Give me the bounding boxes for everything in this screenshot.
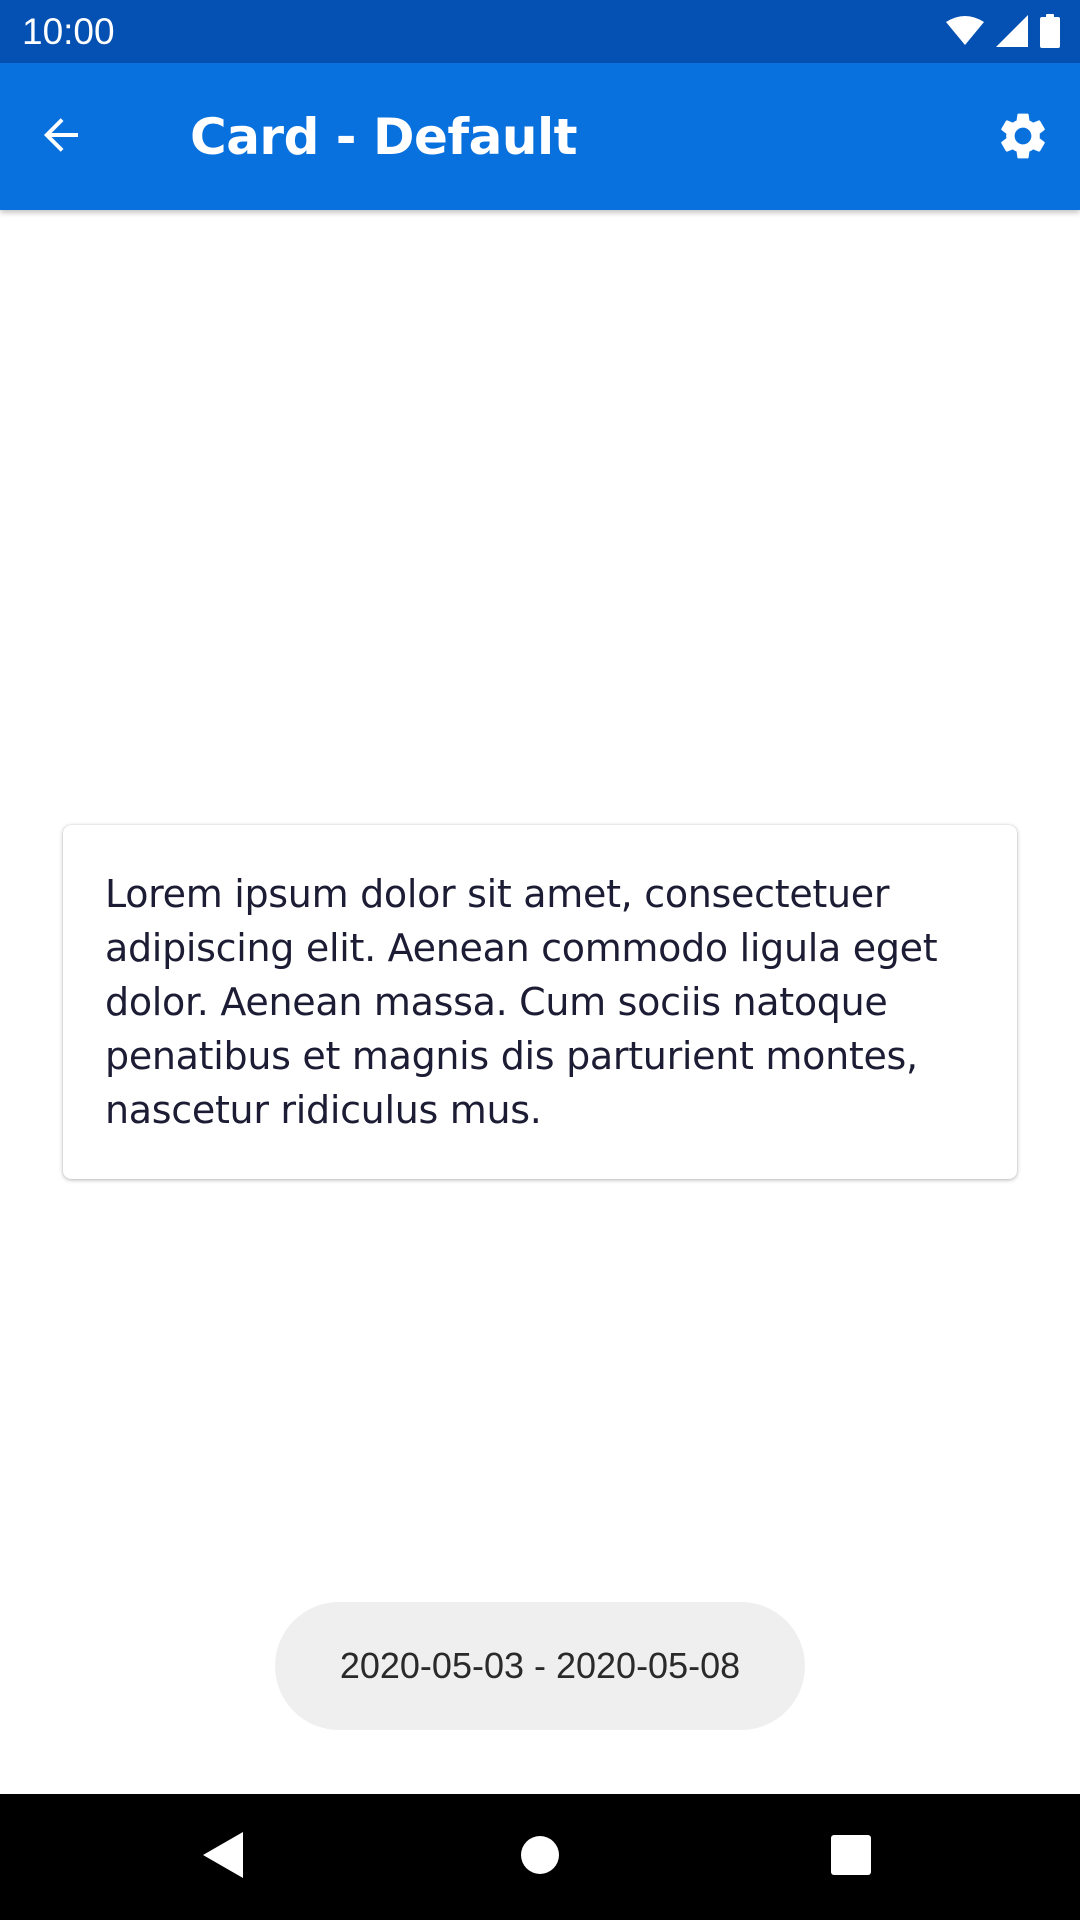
nav-back-button[interactable] [186,1818,264,1896]
app-bar: Card - Default [0,63,1080,210]
card-body-text: Lorem ipsum dolor sit amet, consectetuer… [105,872,938,1132]
date-range-chip[interactable]: 2020-05-03 - 2020-05-08 [275,1602,805,1730]
nav-recents-icon [831,1834,871,1880]
status-bar: 10:00 [0,0,1080,63]
nav-home-icon [520,1835,560,1880]
cell-signal-icon [996,15,1028,47]
system-nav-bar [0,1794,1080,1920]
battery-icon [1040,14,1060,48]
nav-back-icon [203,1831,247,1883]
nav-recents-button[interactable] [812,1818,890,1896]
status-icons [946,14,1060,48]
status-time: 10:00 [22,11,115,52]
date-range-label: 2020-05-03 - 2020-05-08 [339,1645,741,1686]
gear-icon [995,108,1051,169]
card: Lorem ipsum dolor sit amet, consectetuer… [63,825,1017,1179]
wifi-icon [946,16,984,46]
back-button[interactable] [30,105,94,169]
nav-home-button[interactable] [501,1818,579,1896]
page-title: Card - Default [190,108,578,166]
settings-button[interactable] [988,103,1058,173]
arrow-back-icon [38,111,86,164]
